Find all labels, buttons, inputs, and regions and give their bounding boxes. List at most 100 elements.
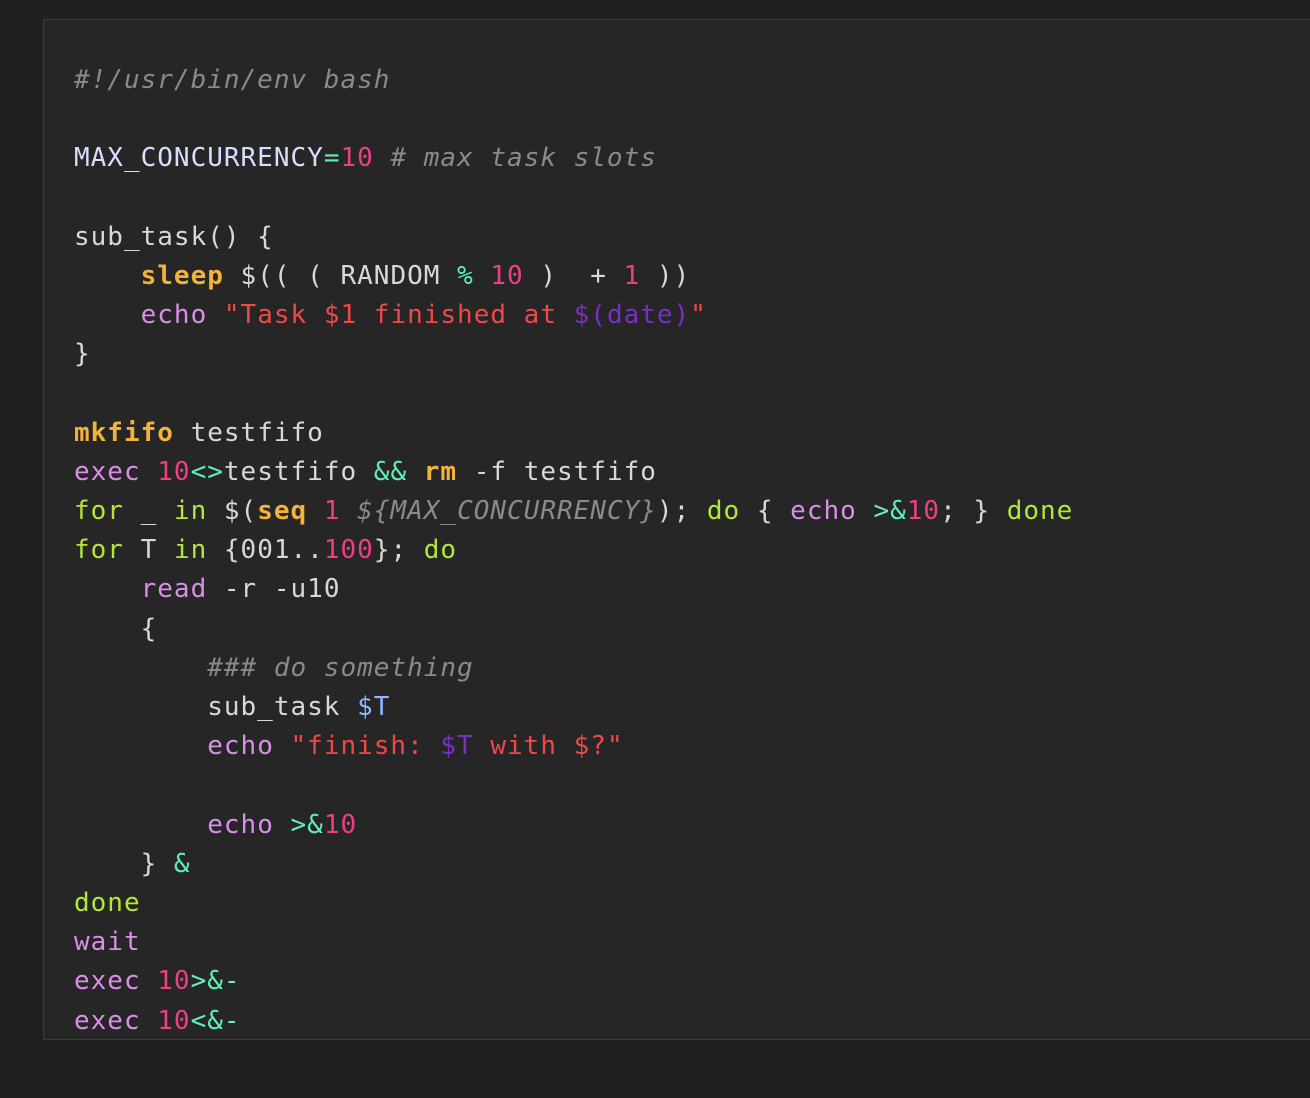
code-token: $(( ( RANDOM <box>223 260 458 291</box>
code-line: #!/usr/bin/env bash <box>74 61 1310 100</box>
code-line: } <box>74 335 1310 374</box>
code-token: 10 <box>157 456 191 487</box>
code-token: "finish: <box>290 731 441 762</box>
code-token: )) <box>640 260 691 291</box>
code-line: sleep $(( ( RANDOM % 10 ) + 1 )) <box>74 257 1310 296</box>
code-token: ; } <box>940 496 1007 527</box>
code-line: sub_task() { <box>74 218 1310 257</box>
code-token: sub_task() { <box>74 221 274 252</box>
code-token: = <box>323 143 341 174</box>
code-token: _ <box>123 496 174 527</box>
code-token: do <box>706 496 741 527</box>
code-token: for <box>74 496 124 527</box>
code-line: exec 10>&- <box>74 962 1310 1001</box>
code-token: $T <box>440 731 474 762</box>
code-token: rm <box>423 456 458 487</box>
code-token: { <box>74 613 158 644</box>
code-token: 10 <box>157 966 191 997</box>
code-line: ### do something <box>74 649 1310 688</box>
code-token: seq <box>257 496 308 527</box>
code-token: testfifo <box>173 417 324 448</box>
code-token: exec <box>74 966 141 997</box>
code-line: echo "finish: $T with $?" <box>74 727 1310 766</box>
code-token: for <box>74 535 124 566</box>
code-token: >& <box>290 809 324 840</box>
code-token: -r -u10 <box>207 574 341 605</box>
code-token: done <box>74 887 141 918</box>
code-token: do <box>423 535 458 566</box>
code-token: with $?" <box>473 731 624 762</box>
code-token: && <box>373 456 408 487</box>
code-line: for T in {001..100}; do <box>74 531 1310 570</box>
code-token: } <box>74 848 174 879</box>
code-token: {001.. <box>207 535 324 566</box>
code-line: wait <box>74 923 1310 962</box>
code-token: 100 <box>323 535 374 566</box>
code-token: wait <box>74 927 141 958</box>
code-token: 1 <box>323 496 341 527</box>
code-token: >& <box>873 496 907 527</box>
code-token: -f testfifo <box>457 456 657 487</box>
code-token: 10 <box>323 809 358 840</box>
code-token: }; <box>373 535 424 566</box>
code-lines: #!/usr/bin/env bash MAX_CONCURRENCY=10 #… <box>74 61 1310 1040</box>
code-token: $T <box>357 692 391 722</box>
code-token: in <box>173 496 208 527</box>
code-token: ); <box>656 496 707 527</box>
code-token: ${MAX_CONCURRENCY} <box>357 496 657 527</box>
code-token: MAX_CONCURRENCY <box>74 143 324 174</box>
code-token: 10 <box>340 143 374 174</box>
code-line: MAX_CONCURRENCY=10 # max task slots <box>74 139 1310 178</box>
code-token: 10 <box>157 1005 191 1036</box>
code-token: ) + <box>523 260 624 291</box>
code-token: echo <box>140 300 208 331</box>
code-line: for _ in $(seq 1 ${MAX_CONCURRENCY}); do… <box>74 492 1310 531</box>
code-token: ### do something <box>207 652 474 683</box>
code-line: echo "Task $1 finished at $(date)" <box>74 296 1310 335</box>
code-token: 1 <box>623 260 641 291</box>
code-token: # max task slots <box>390 143 657 174</box>
code-token: read <box>140 574 208 605</box>
code-token: 10 <box>906 496 941 527</box>
code-token: in <box>173 535 208 566</box>
code-line: read -r -u10 <box>74 570 1310 609</box>
code-line: exec 10<&- <box>74 1002 1310 1040</box>
code-token: { <box>740 496 791 527</box>
code-token: exec <box>74 1005 141 1036</box>
code-token: } <box>74 339 91 370</box>
code-line: mkfifo testfifo <box>74 414 1310 453</box>
code-line: exec 10<>testfifo && rm -f testfifo <box>74 453 1310 492</box>
code-token: <> <box>190 456 224 487</box>
code-token: 10 <box>490 260 524 291</box>
code-token: sleep <box>140 260 224 291</box>
code-token: echo <box>790 496 857 527</box>
code-token: exec <box>74 456 141 487</box>
code-token: <&- <box>190 1005 241 1036</box>
code-token: " <box>690 300 707 331</box>
code-line: { <box>74 610 1310 649</box>
code-block: #!/usr/bin/env bash MAX_CONCURRENCY=10 #… <box>43 19 1310 1040</box>
code-token: done <box>1006 496 1074 527</box>
code-token: #!/usr/bin/env bash <box>74 65 391 95</box>
code-line: } & <box>74 845 1310 884</box>
code-token: testfifo <box>223 456 374 487</box>
code-token: >&- <box>190 966 241 997</box>
